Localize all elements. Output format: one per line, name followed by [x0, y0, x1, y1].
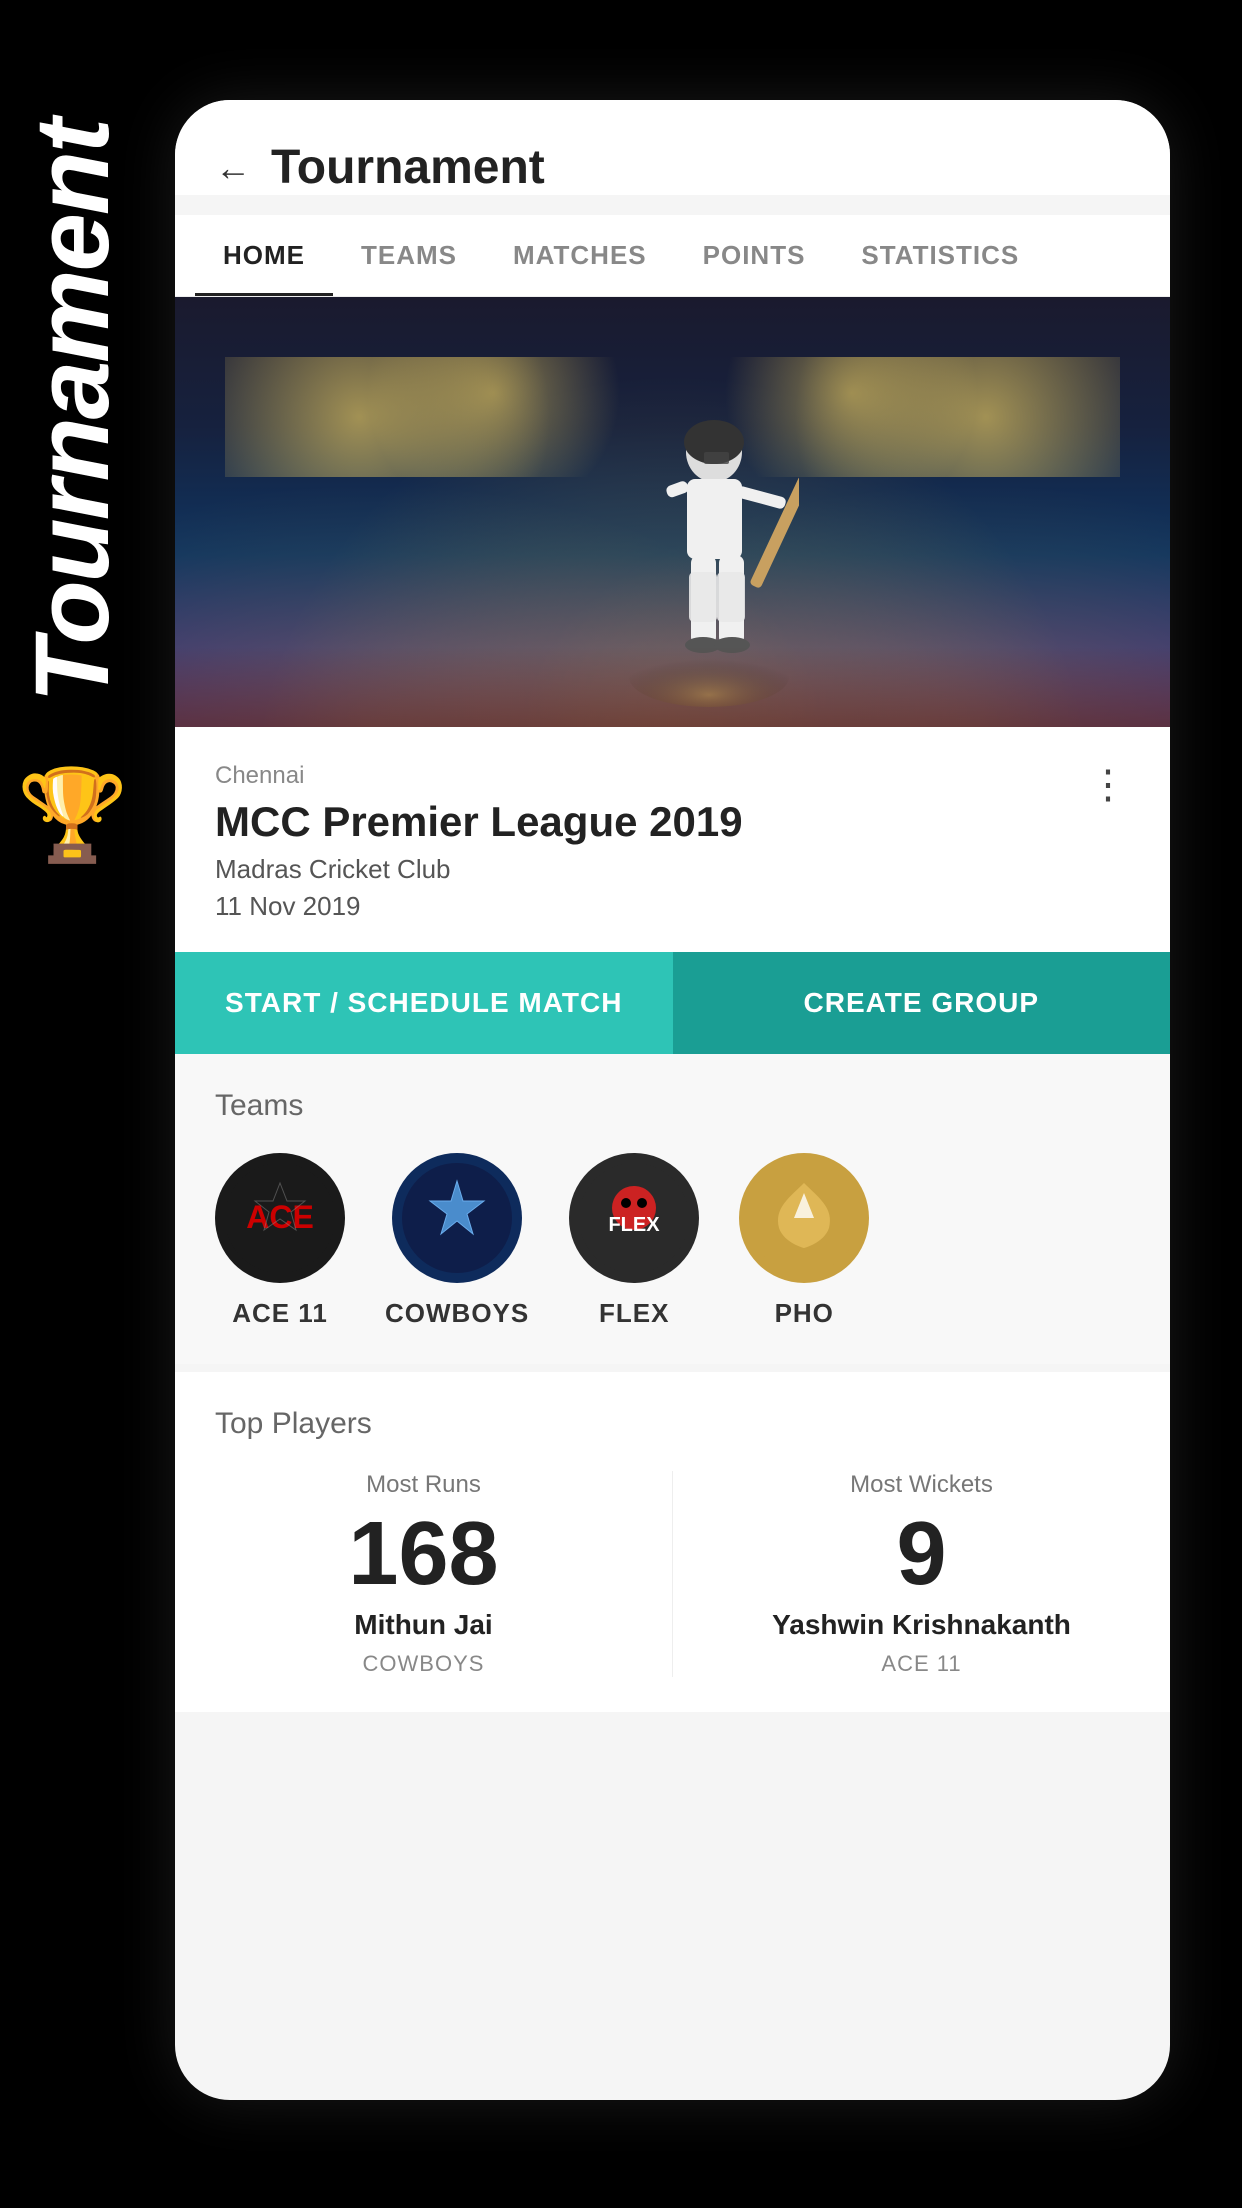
team-logo-ace: ACE: [215, 1153, 345, 1283]
runs-value: 168: [348, 1509, 498, 1599]
tournament-date: 11 Nov 2019: [215, 891, 1130, 922]
club-name: Madras Cricket Club: [215, 854, 1130, 885]
team-name-flex: FLEX: [599, 1298, 669, 1329]
svg-text:FLEX: FLEX: [609, 1214, 661, 1236]
teams-section: Teams ACE ACE 11: [175, 1054, 1170, 1364]
most-wickets-card: Most Wickets 9 Yashwin Krishnakanth ACE …: [713, 1471, 1130, 1677]
teams-list: ACE ACE 11 COWBOYS: [215, 1153, 1130, 1329]
players-grid: Most Runs 168 Mithun Jai COWBOYS Most Wi…: [215, 1471, 1130, 1677]
tournament-name: MCC Premier League 2019: [215, 798, 1130, 846]
team-item-ace[interactable]: ACE ACE 11: [215, 1153, 345, 1329]
team-logo-flex: FLEX: [569, 1153, 699, 1283]
header: ← Tournament: [175, 100, 1170, 195]
more-options-button[interactable]: ⋮: [1088, 762, 1130, 808]
sidebar-title: Tournament: [20, 120, 125, 703]
runs-player-team: COWBOYS: [363, 1651, 485, 1677]
top-players-title: Top Players: [215, 1407, 1130, 1441]
trophy-icon: 🏆: [16, 763, 128, 868]
tab-points[interactable]: POINTS: [675, 215, 834, 296]
most-runs-card: Most Runs 168 Mithun Jai COWBOYS: [215, 1471, 632, 1677]
team-item-flex[interactable]: FLEX FLEX: [569, 1153, 699, 1329]
team-logo-cowboys: [392, 1153, 522, 1283]
create-group-button[interactable]: CREATE GROUP: [673, 952, 1171, 1054]
tab-matches[interactable]: MATCHES: [485, 215, 675, 296]
tab-teams[interactable]: TEAMS: [333, 215, 485, 296]
team-item-cowboys[interactable]: COWBOYS: [385, 1153, 529, 1329]
most-runs-label: Most Runs: [366, 1471, 481, 1499]
wickets-player-team: ACE 11: [881, 1651, 961, 1677]
team-logo-pho: [739, 1153, 869, 1283]
page-title: Tournament: [271, 140, 545, 195]
back-button[interactable]: ←: [215, 147, 251, 189]
team-name-pho: PHO: [775, 1298, 834, 1329]
top-players-section: Top Players Most Runs 168 Mithun Jai COW…: [175, 1372, 1170, 1712]
sidebar: Tournament 🏆: [0, 120, 145, 1120]
tab-statistics[interactable]: STATISTICS: [833, 215, 1047, 296]
players-divider: [672, 1471, 673, 1677]
teams-section-title: Teams: [215, 1089, 1130, 1123]
most-wickets-label: Most Wickets: [850, 1471, 993, 1499]
team-item-pho[interactable]: PHO: [739, 1153, 869, 1329]
svg-text:ACE: ACE: [246, 1199, 314, 1235]
wickets-player-name: Yashwin Krishnakanth: [772, 1609, 1071, 1641]
location-text: Chennai: [215, 762, 1130, 790]
wickets-value: 9: [896, 1509, 946, 1599]
team-name-cowboys: COWBOYS: [385, 1298, 529, 1329]
team-name-ace: ACE 11: [232, 1298, 328, 1329]
phone-frame: ← Tournament HOME TEAMS MATCHES POINTS S…: [175, 100, 1170, 2100]
crowd-bg: [175, 647, 1170, 727]
tournament-info: Chennai MCC Premier League 2019 Madras C…: [175, 727, 1170, 952]
runs-player-name: Mithun Jai: [354, 1609, 492, 1641]
tabs-bar: HOME TEAMS MATCHES POINTS STATISTICS: [175, 215, 1170, 297]
action-buttons: START / SCHEDULE MATCH CREATE GROUP: [175, 952, 1170, 1054]
tab-home[interactable]: HOME: [195, 215, 333, 296]
schedule-match-button[interactable]: START / SCHEDULE MATCH: [175, 952, 673, 1054]
banner-image: [175, 297, 1170, 727]
